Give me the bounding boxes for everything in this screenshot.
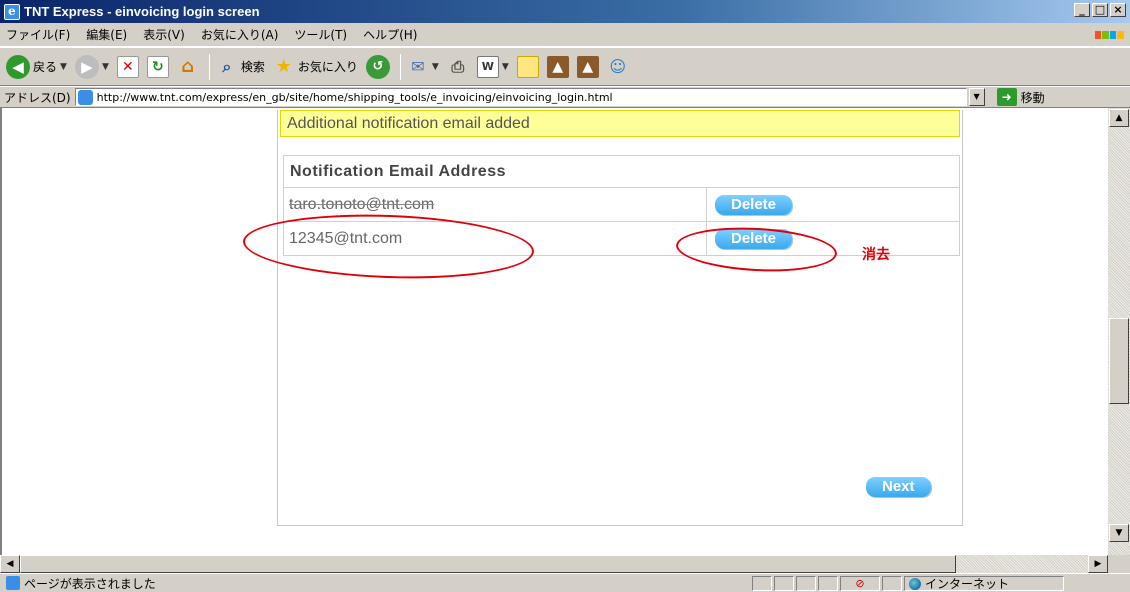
scroll-left-button[interactable]: ◀ — [0, 555, 20, 573]
edit-icon: W — [476, 55, 499, 78]
messenger-icon: ☺ — [609, 57, 627, 76]
window-title: TNT Express - einvoicing login screen — [24, 4, 260, 19]
scroll-corner — [1108, 555, 1130, 573]
menu-file[interactable]: ファイル(F) — [6, 26, 70, 43]
mail-icon: ✉ — [411, 57, 425, 76]
address-bar: アドレス(D) http://www.tnt.com/express/en_gb… — [0, 86, 1130, 108]
print-icon: ⎙ — [451, 56, 465, 76]
status-pane — [882, 576, 902, 591]
notification-banner: Additional notification email added — [280, 110, 960, 137]
back-button[interactable]: ◀ 戻る ▼ — [6, 54, 67, 79]
minimize-button[interactable]: _ — [1074, 3, 1090, 17]
scroll-right-button[interactable]: ▶ — [1088, 555, 1108, 573]
address-dropdown-button[interactable]: ▼ — [968, 88, 985, 106]
menu-edit[interactable]: 編集(E) — [86, 26, 127, 43]
addon-icon: ▲ — [546, 55, 569, 78]
annotation-label: 消去 — [862, 247, 890, 263]
close-button[interactable]: × — [1110, 3, 1126, 17]
stop-button[interactable]: ✕ — [116, 55, 139, 78]
status-pane — [752, 576, 772, 591]
toolbar-separator — [208, 53, 210, 80]
menu-bar: ファイル(F) 編集(E) 表示(V) お気に入り(A) ツール(T) ヘルプ(… — [0, 23, 1130, 47]
back-label: 戻る — [33, 60, 58, 74]
toolbar-separator — [399, 53, 401, 80]
address-url: http://www.tnt.com/express/en_gb/site/ho… — [96, 90, 613, 104]
forward-arrow-icon: ▶ — [74, 54, 99, 79]
page-icon — [6, 576, 20, 590]
note-icon — [516, 55, 539, 78]
address-label: アドレス(D) — [4, 90, 71, 105]
forward-button[interactable]: ▶ ▼ — [74, 54, 109, 79]
vertical-scrollbar[interactable]: ▲ ▼ — [1108, 108, 1130, 560]
address-input[interactable]: http://www.tnt.com/express/en_gb/site/ho… — [74, 88, 967, 106]
table-header-row: Notification Email Address — [283, 155, 960, 188]
addon-button-1[interactable]: ▲ — [546, 55, 569, 78]
refresh-button[interactable]: ↻ — [146, 55, 169, 78]
notes-button[interactable] — [516, 55, 539, 78]
popup-blocked-icon[interactable]: ⊘ — [840, 576, 880, 591]
status-text: ページが表示されました — [24, 576, 156, 591]
chevron-down-icon: ▼ — [101, 61, 109, 72]
scroll-down-button[interactable]: ▼ — [1109, 524, 1129, 542]
stop-icon: ✕ — [116, 55, 139, 78]
go-button[interactable]: ➜ 移動 — [996, 88, 1045, 106]
go-arrow-icon: ➜ — [996, 88, 1017, 106]
menu-tools[interactable]: ツール(T) — [294, 26, 347, 43]
window-controls: _ □ × — [1074, 3, 1126, 17]
refresh-icon: ↻ — [146, 55, 169, 78]
horizontal-scrollbar[interactable]: ◀ ▶ — [0, 555, 1108, 573]
zone-label: インターネット — [925, 577, 1010, 591]
favorites-button[interactable]: ★ お気に入り — [273, 56, 358, 78]
addon-button-2[interactable]: ▲ — [576, 55, 599, 78]
search-label: 検索 — [240, 60, 265, 74]
home-icon: ⌂ — [181, 56, 195, 77]
history-icon: ↺ — [365, 54, 390, 79]
status-pane — [774, 576, 794, 591]
go-label: 移動 — [1020, 90, 1045, 105]
action-cell: Delete — [706, 187, 960, 222]
favorites-label: お気に入り — [297, 60, 358, 74]
maximize-button[interactable]: □ — [1092, 3, 1108, 17]
home-button[interactable]: ⌂ — [177, 56, 199, 78]
scroll-up-button[interactable]: ▲ — [1109, 109, 1129, 127]
table-header: Notification Email Address — [283, 155, 960, 188]
chevron-down-icon: ▼ — [60, 61, 67, 72]
globe-icon — [909, 577, 921, 590]
vertical-scroll-thumb[interactable] — [1109, 318, 1129, 404]
edit-button[interactable]: W ▼ — [476, 55, 509, 78]
chevron-down-icon: ▼ — [431, 61, 439, 72]
print-button[interactable]: ⎙ — [447, 56, 469, 78]
security-zone: インターネット — [904, 576, 1064, 591]
status-panes: ⊘ インターネット — [752, 576, 1066, 591]
menu-help[interactable]: ヘルプ(H) — [363, 26, 417, 43]
next-button[interactable]: Next — [866, 477, 931, 497]
back-arrow-icon: ◀ — [6, 54, 30, 79]
menu-view[interactable]: 表示(V) — [143, 26, 185, 43]
star-icon: ★ — [275, 56, 292, 77]
history-button[interactable]: ↺ — [365, 54, 390, 79]
search-icon: ⌕ — [222, 56, 232, 76]
page-icon — [77, 89, 93, 105]
status-bar: ページが表示されました ⊘ インターネット — [0, 573, 1130, 592]
messenger-button[interactable]: ☺ — [607, 56, 629, 78]
toolbar: ◀ 戻る ▼ ▶ ▼ ✕ ↻ ⌂ ⌕ 検索 ★ お気に入り ↺ ✉ ▼ ⎙ W … — [0, 48, 1130, 86]
search-button[interactable]: ⌕ 検索 — [216, 56, 265, 78]
window-title-bar: TNT Express - einvoicing login screen _ … — [0, 0, 1130, 23]
horizontal-scroll-thumb[interactable] — [20, 555, 956, 573]
addon-icon: ▲ — [576, 55, 599, 78]
ie-icon — [4, 3, 20, 20]
menu-favorites[interactable]: お気に入り(A) — [201, 26, 279, 43]
status-pane — [818, 576, 838, 591]
delete-button[interactable]: Delete — [715, 194, 793, 215]
status-pane — [796, 576, 816, 591]
mail-button[interactable]: ✉ ▼ — [407, 56, 439, 78]
chevron-down-icon: ▼ — [501, 61, 509, 72]
email-address: taro.tonoto@tnt.com — [289, 195, 435, 213]
windows-logo-icon — [1094, 26, 1124, 44]
